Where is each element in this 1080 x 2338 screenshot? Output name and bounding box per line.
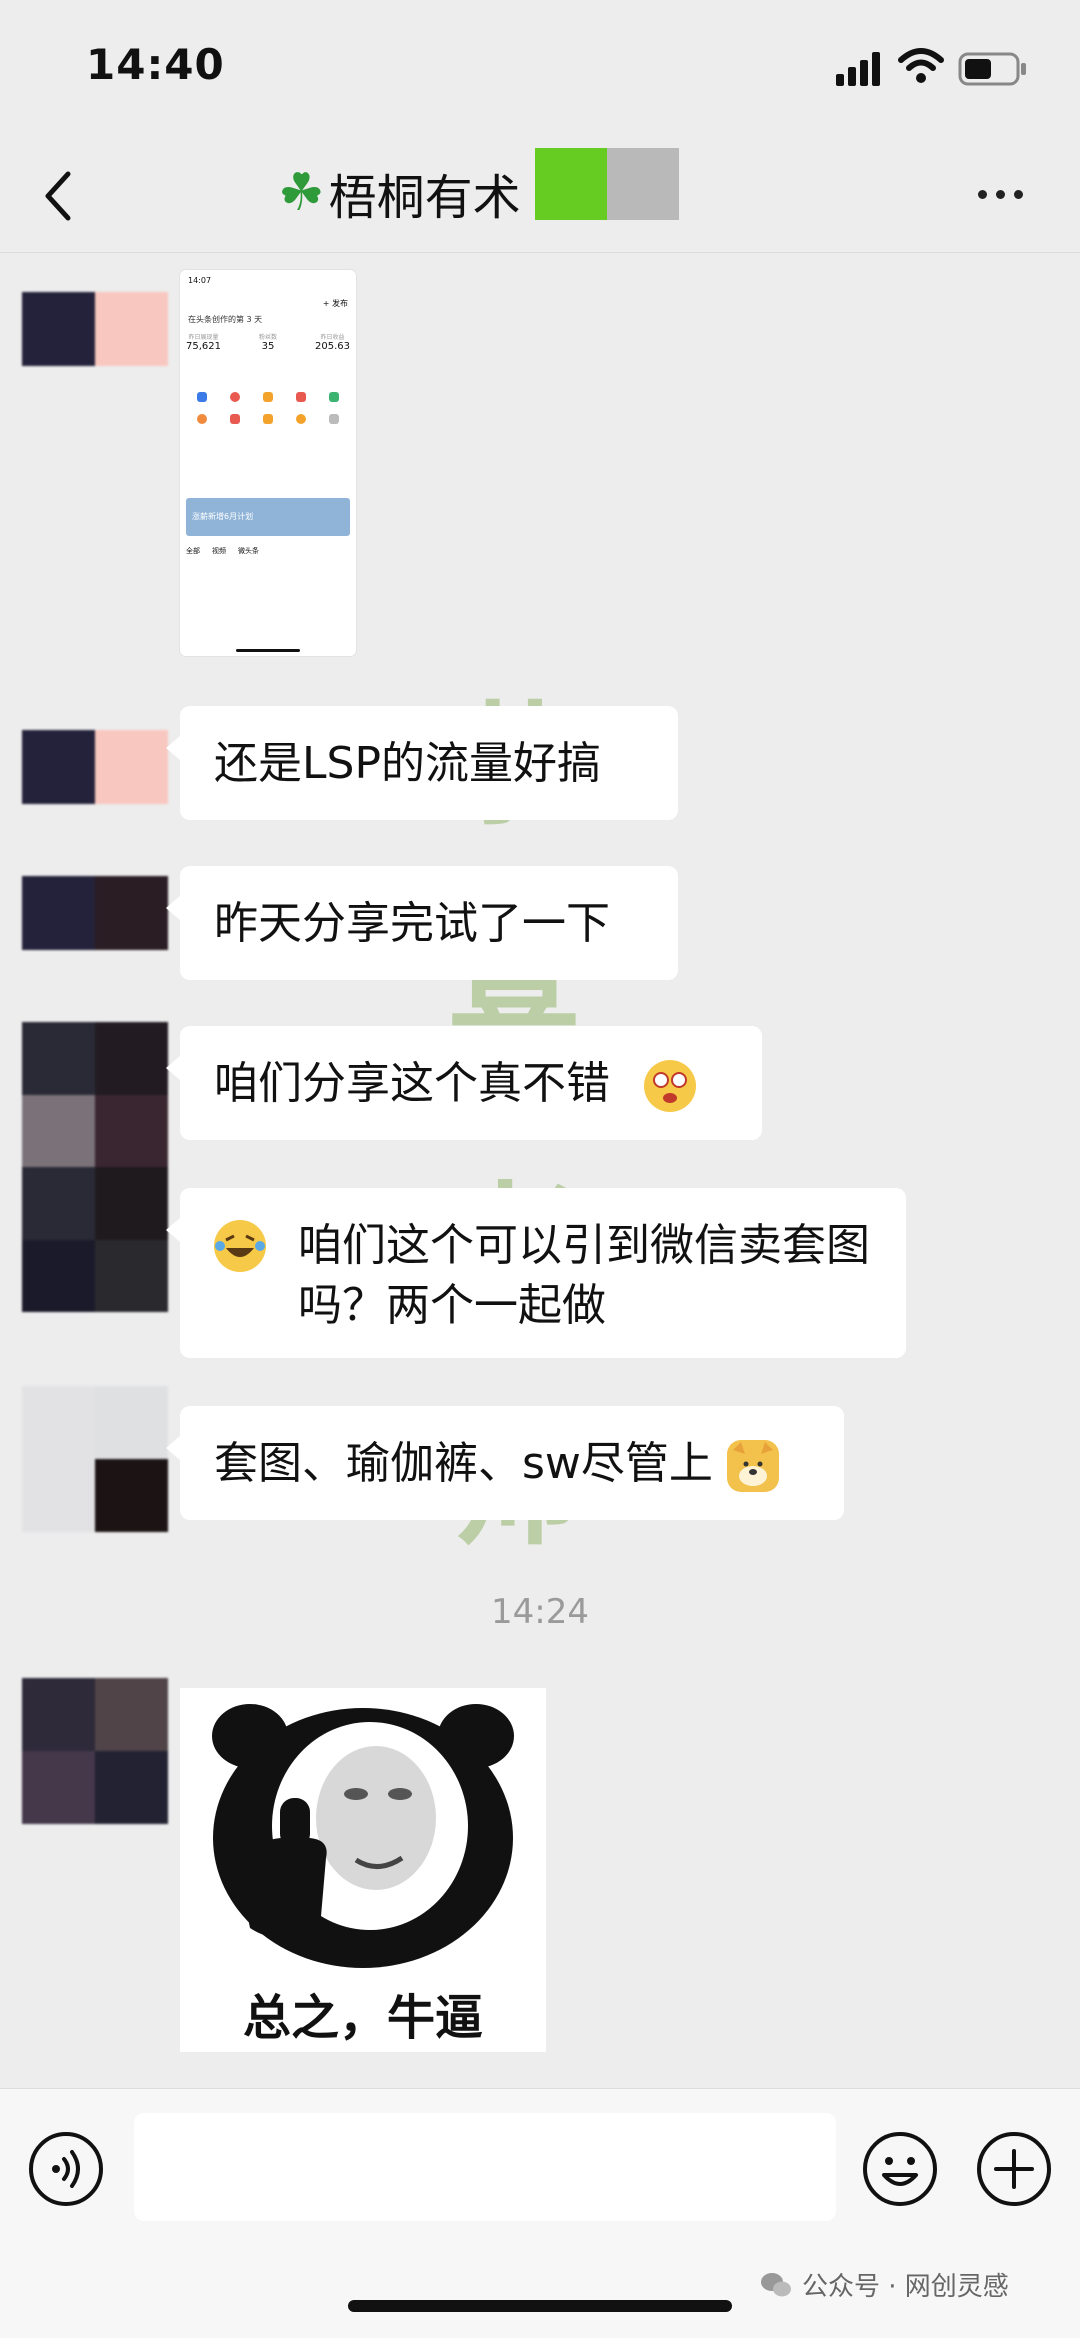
preview-heading: 在头条创作的第 3 天 — [188, 315, 263, 324]
preview-banner: 涨薪新增6月计划 — [186, 498, 350, 536]
laughing-tears-emoji-icon — [214, 1220, 266, 1272]
voice-input-icon[interactable] — [28, 2131, 104, 2207]
panda-thumbs-up-icon — [212, 1704, 514, 1968]
message-bubble[interactable]: 套图、瑜伽裤、sw尽管上 — [166, 1406, 844, 1520]
preview-stat: 粉丝数 35 — [258, 334, 277, 352]
clover-icon: ☘ — [278, 163, 325, 223]
status-time: 14:40 — [86, 40, 225, 89]
redacted-block — [607, 148, 679, 220]
more-dots-icon[interactable] — [978, 190, 1023, 199]
message-text: 昨天分享完试了一下 — [214, 898, 610, 949]
status-bar: 14:40 — [0, 0, 1080, 140]
source-text: 公众号 · 网创灵感 — [802, 2272, 1009, 2302]
preview-icon-grid — [186, 392, 350, 424]
battery-icon — [958, 52, 1026, 86]
avatar[interactable] — [22, 1678, 168, 1824]
avatar[interactable] — [22, 1386, 168, 1532]
redacted-block — [535, 148, 607, 220]
message-text: 咱们这个可以引到微信卖套图吗？两个一起做 — [298, 1220, 870, 1331]
message-bubble[interactable]: 还是LSP的流量好搞 — [166, 706, 678, 820]
doge-emoji-icon — [726, 1440, 779, 1492]
signal-icon — [836, 52, 880, 86]
message-text: 还是LSP的流量好搞 — [214, 738, 601, 789]
message-text: 咱们分享这个真不错 — [214, 1058, 610, 1109]
starstruck-emoji-icon — [644, 1060, 696, 1112]
sticker-caption: 总之，牛逼 — [242, 1990, 483, 2046]
wechat-icon — [761, 2272, 791, 2296]
avatar[interactable] — [22, 876, 168, 950]
home-indicator[interactable] — [348, 2300, 732, 2312]
message-bubble[interactable]: 咱们分享这个真不错 — [166, 1026, 762, 1140]
source-watermark: 公众号 · 网创灵感 — [760, 2266, 1009, 2303]
preview-stat: 昨日收益 205.63 — [314, 334, 350, 352]
preview-publish: + 发布 — [322, 299, 348, 308]
message-bubble[interactable]: 昨天分享完试了一下 — [166, 866, 678, 980]
preview-stat: 昨日展现量 75,621 — [186, 334, 221, 352]
chat-title: 梧桐有术 — [328, 170, 521, 226]
preview-tabs: 全部 视频 微头条 — [186, 547, 259, 555]
preview-time: 14:07 — [188, 276, 212, 285]
sticker-message[interactable]: 总之，牛逼 — [180, 1688, 546, 2052]
wifi-icon — [898, 48, 944, 83]
avatar[interactable] — [22, 730, 168, 804]
message-text: 套图、瑜伽裤、sw尽管上 — [214, 1438, 713, 1489]
message-bubble[interactable]: 咱们这个可以引到微信卖套图吗？两个一起做 — [166, 1188, 906, 1358]
message-input[interactable] — [134, 2113, 836, 2221]
plus-icon[interactable] — [976, 2131, 1052, 2207]
message-timestamp: 14:24 — [491, 1592, 589, 1632]
avatar[interactable] — [22, 292, 168, 366]
image-message[interactable]: 14:07 + 发布 在头条创作的第 3 天 昨日展现量 75,621 粉丝数 35… — [180, 270, 356, 656]
preview-stats: 昨日展现量 75,621 粉丝数 35 昨日收益 205.63 — [186, 332, 350, 352]
avatar[interactable] — [22, 1022, 168, 1312]
emoji-icon[interactable] — [862, 2131, 938, 2207]
chat-title-group[interactable]: ☘ 梧桐有术 — [278, 148, 521, 238]
chevron-left-icon[interactable] — [40, 170, 76, 222]
